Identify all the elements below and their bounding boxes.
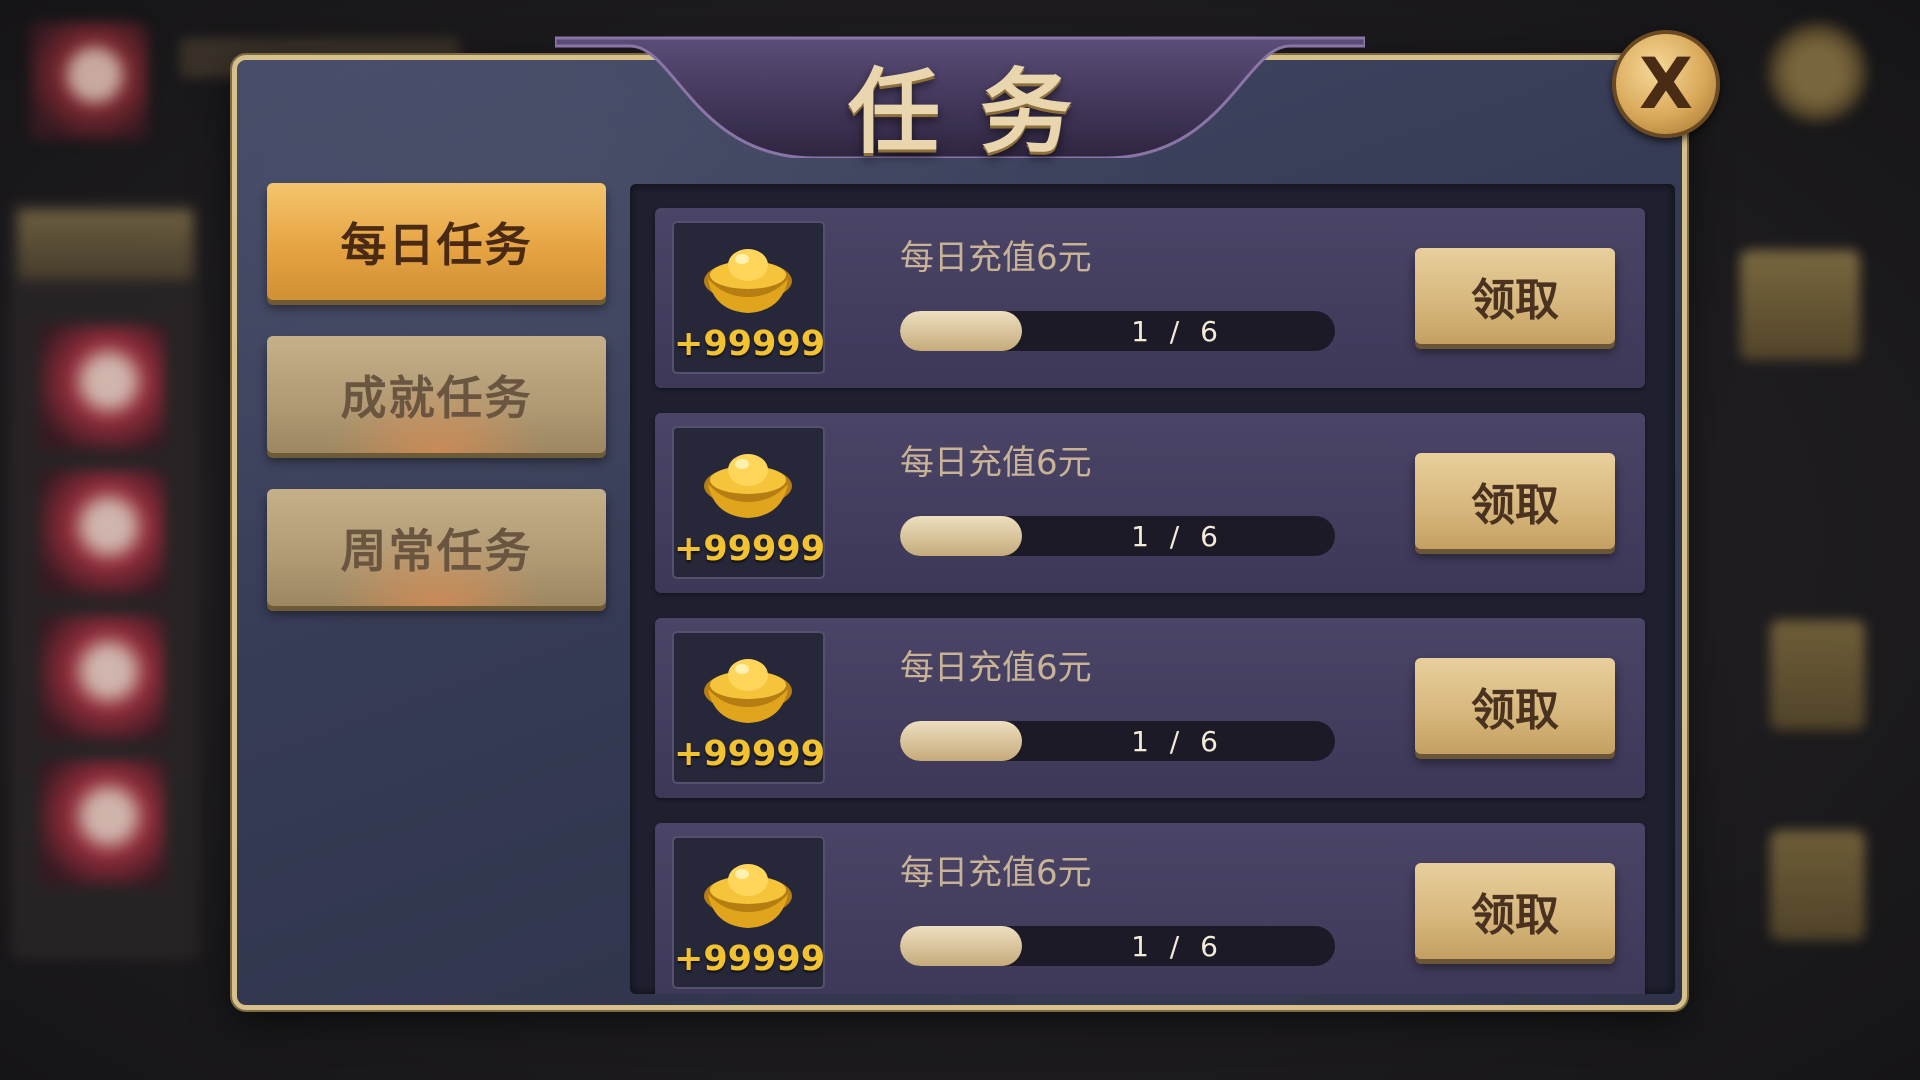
tab-label: 周常任务 (340, 523, 533, 578)
task-list[interactable]: +99999 每日充值6元 1 / 6 领取 +99999 每日充值6元 1 /… (630, 184, 1675, 994)
bag-icon (1770, 830, 1865, 940)
reward-amount: +99999 (674, 324, 826, 364)
progress-text: 1 / 6 (1131, 519, 1224, 553)
gold-ingot-icon (704, 454, 792, 518)
progress-text: 1 / 6 (1131, 929, 1224, 963)
reward-box: +99999 (672, 221, 825, 374)
game-screen: 任务 X 每日任务 成就任务 周常任务 +99999 每日充值6元 1 / 6 … (0, 0, 1920, 1080)
dialog-title: 任务 (847, 58, 1112, 166)
tab-weekly-tasks[interactable]: 周常任务 (267, 489, 606, 606)
claim-button[interactable]: 领取 (1415, 453, 1615, 549)
claim-button[interactable]: 领取 (1415, 863, 1615, 959)
task-title: 每日充值6元 (900, 443, 1092, 483)
gold-ingot-icon (704, 659, 792, 723)
progress-text: 1 / 6 (1131, 724, 1224, 758)
settings-icon (1765, 20, 1870, 125)
progress-bar: 1 / 6 (900, 721, 1335, 761)
record-icon (1770, 620, 1865, 730)
side-panel-tabs (18, 210, 193, 280)
reward-box: +99999 (672, 631, 825, 784)
tab-label: 每日任务 (340, 217, 533, 272)
tab-daily-tasks[interactable]: 每日任务 (267, 183, 606, 300)
task-row: +99999 每日充值6元 1 / 6 领取 (655, 823, 1645, 994)
progress-text: 1 / 6 (1131, 314, 1224, 348)
friend-portrait (40, 470, 165, 595)
friend-portrait (40, 760, 165, 885)
title-banner: 任务 (555, 28, 1365, 166)
task-title: 每日充值6元 (900, 648, 1092, 688)
task-title: 每日充值6元 (900, 853, 1092, 893)
close-icon: X (1639, 43, 1693, 125)
close-button[interactable]: X (1612, 30, 1720, 138)
task-title: 每日充值6元 (900, 238, 1092, 278)
tab-label: 成就任务 (340, 370, 533, 425)
friend-portrait (40, 615, 165, 740)
friend-portrait (40, 325, 165, 450)
gold-ingot-icon (704, 864, 792, 928)
tab-achievement-tasks[interactable]: 成就任务 (267, 336, 606, 453)
progress-bar: 1 / 6 (900, 311, 1335, 351)
progress-bar: 1 / 6 (900, 926, 1335, 966)
reward-box: +99999 (672, 836, 825, 989)
task-row: +99999 每日充值6元 1 / 6 领取 (655, 618, 1645, 798)
reward-amount: +99999 (674, 529, 826, 569)
gold-ingot-icon (704, 249, 792, 313)
claim-button[interactable]: 领取 (1415, 248, 1615, 344)
task-row: +99999 每日充值6元 1 / 6 领取 (655, 208, 1645, 388)
reward-amount: +99999 (674, 734, 826, 774)
player-avatar (30, 22, 148, 140)
reward-box: +99999 (672, 426, 825, 579)
progress-bar: 1 / 6 (900, 516, 1335, 556)
shop-cart-icon (1740, 250, 1860, 360)
reward-amount: +99999 (674, 939, 826, 979)
claim-button[interactable]: 领取 (1415, 658, 1615, 754)
task-row: +99999 每日充值6元 1 / 6 领取 (655, 413, 1645, 593)
